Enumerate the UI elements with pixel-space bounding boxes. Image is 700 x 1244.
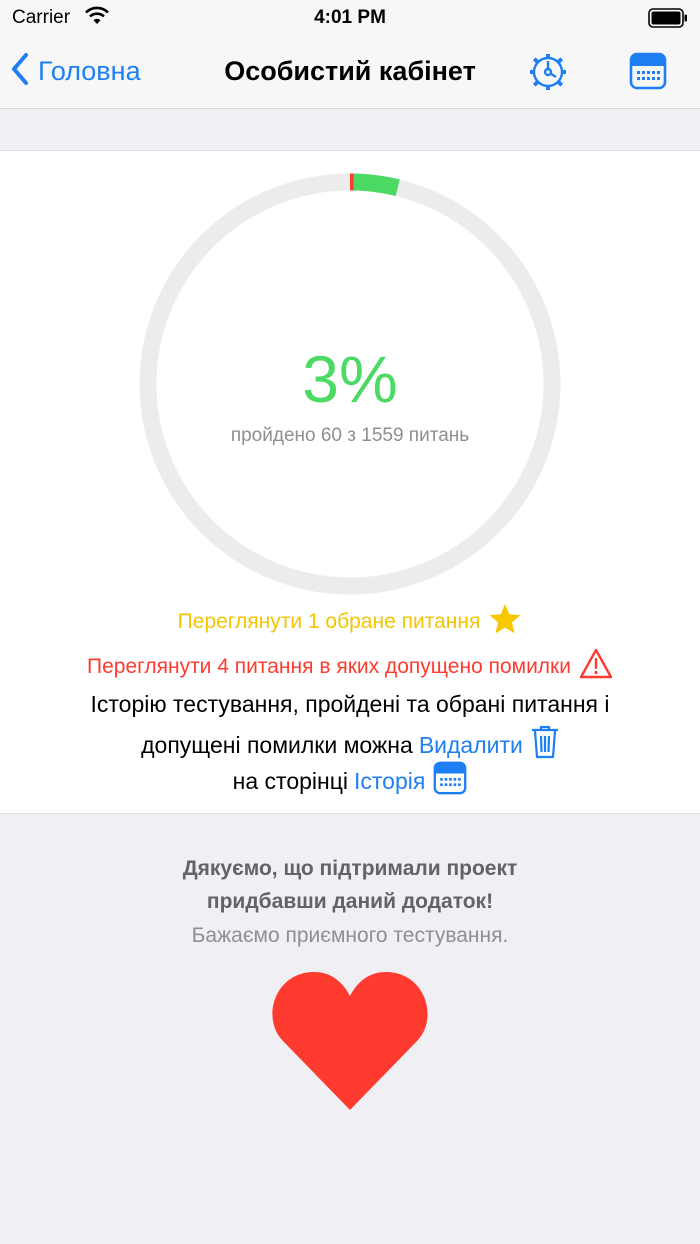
info-line-1: Історію тестування, пройдені та обрані п… [0,691,700,718]
settings-gear-icon[interactable] [528,52,568,97]
info-text-2: допущені помилки можна [141,731,413,758]
info-line-3: на сторінці Історія [0,761,700,801]
errors-link-label: Переглянути 4 питання в яких допущено по… [87,654,571,678]
info-text-1: Історію тестування, пройдені та обрані п… [90,691,610,717]
history-calendar-icon[interactable] [433,761,467,801]
favorites-link[interactable]: Переглянути 1 обране питання [0,603,700,641]
status-time: 4:01 PM [314,7,386,28]
info-line-2: допущені помилки можна Видалити [0,725,700,765]
progress-percent: 3% [302,342,398,416]
delete-link[interactable]: Видалити [419,732,523,759]
info-text-3: на сторінці [232,767,348,794]
heart-icon [272,970,428,1115]
history-link[interactable]: Історія [354,768,425,795]
back-button[interactable]: Головна [10,52,141,91]
errors-link[interactable]: Переглянути 4 питання в яких допущено по… [0,648,700,685]
favorites-link-label: Переглянути 1 обране питання [177,610,481,633]
progress-card: 3% пройдено 60 з 1559 питань Переглянути… [0,150,700,814]
warning-icon [579,648,613,685]
star-icon [488,603,522,641]
battery-icon [648,8,688,33]
back-label: Головна [38,55,141,86]
page-title: Особистий кабінет [224,56,476,86]
status-bar: Carrier 4:01 PM [0,0,700,36]
wish-text: Бажаємо приємного тестування. [191,924,509,947]
calendar-icon[interactable] [629,52,667,95]
chevron-left-icon [10,52,30,91]
navigation-bar: Головна Особистий кабінет [0,36,700,109]
thanks-line-2: придбавши даний додаток! [206,890,494,913]
progress-passed-text: пройдено 60 з 1559 питань [230,425,470,446]
thanks-line-1: Дякуємо, що підтримали проект [182,857,518,880]
trash-icon[interactable] [531,725,559,765]
